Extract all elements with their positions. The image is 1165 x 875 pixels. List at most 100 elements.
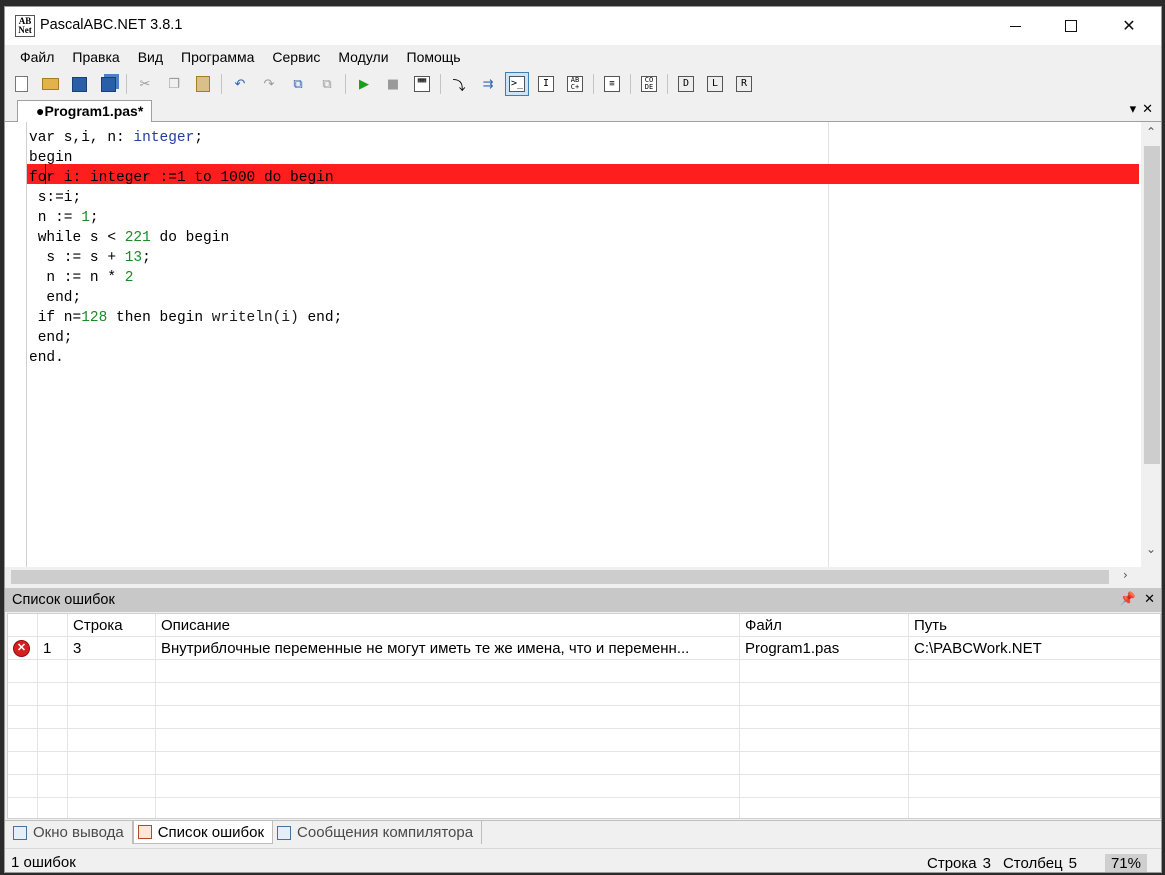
errors-panel-title: Список ошибок 📌 ✕ xyxy=(5,588,1161,612)
open-file-icon xyxy=(41,78,59,90)
code-line[interactable]: while s < 221 do begin xyxy=(29,228,342,248)
cut-button[interactable]: ✂ xyxy=(133,72,157,96)
header-path[interactable]: Путь xyxy=(909,614,1160,637)
tab-close-icon[interactable]: ✕ xyxy=(1142,101,1153,117)
menu-help[interactable]: Помощь xyxy=(399,45,471,69)
header-file[interactable]: Файл xyxy=(740,614,909,637)
stop-button[interactable]: ■ xyxy=(381,72,405,96)
code-line[interactable]: s := s + 13; xyxy=(29,248,342,268)
scroll-down-icon[interactable]: ⌄ xyxy=(1146,542,1156,556)
copy-button[interactable]: ❐ xyxy=(162,72,186,96)
navigate-button[interactable]: ≡ xyxy=(600,72,624,96)
spell-icon: AB C+ xyxy=(567,76,583,92)
status-bar: 1 ошибок Строка 3 Столбец 5 71% xyxy=(5,848,1161,872)
code-line[interactable]: var s,i, n: integer; xyxy=(29,128,342,148)
code-line[interactable]: end; xyxy=(29,288,342,308)
maximize-button[interactable] xyxy=(1043,7,1099,45)
code-line[interactable]: begin xyxy=(29,148,342,168)
editor-gutter xyxy=(5,122,27,567)
scroll-up-icon[interactable]: ⌃ xyxy=(1146,125,1156,139)
menu-view[interactable]: Вид xyxy=(130,45,173,69)
window-title: PascalABC.NET 3.8.1 xyxy=(40,17,183,33)
right-margin-guide xyxy=(828,122,829,567)
code-token: s := s + xyxy=(29,250,125,266)
error-icon: ✕ xyxy=(13,640,30,657)
code-button[interactable]: CO DE xyxy=(637,72,661,96)
format-button[interactable]: I xyxy=(534,72,558,96)
debug-r-button[interactable]: R xyxy=(732,72,756,96)
step-into-button[interactable]: ⤵ xyxy=(447,72,471,96)
spell-button[interactable]: AB C+ xyxy=(563,72,587,96)
open-file-button[interactable] xyxy=(38,72,62,96)
tab-list-icon[interactable]: ▾ xyxy=(1130,101,1137,117)
code-text[interactable]: var s,i, n: integer; begin for i: integer … xyxy=(29,128,342,368)
header-description[interactable]: Описание xyxy=(156,614,740,637)
toolbar-separator xyxy=(630,74,631,94)
code-line[interactable]: for i: integer :=1 to 1000 do begin xyxy=(29,168,342,188)
toolbar: ✂ ❐ ↶ ↷ ⧉ ⧉ ▶ ■ ▦▦ ⤵ ⇉ >_ I AB C+ ≡ CO DE … xyxy=(5,69,1161,99)
panel-close-icon[interactable]: ✕ xyxy=(1144,591,1155,607)
horizontal-scroll-thumb[interactable] xyxy=(11,570,1109,584)
vertical-scroll-thumb[interactable] xyxy=(1144,146,1160,464)
new-file-button[interactable] xyxy=(9,72,33,96)
code-editor[interactable]: var s,i, n: integer; begin for i: integer … xyxy=(5,122,1161,567)
menu-service[interactable]: Сервис xyxy=(264,45,330,69)
new-file-icon xyxy=(14,76,28,92)
code-line[interactable]: end; xyxy=(29,328,342,348)
run-button[interactable]: ▶ xyxy=(352,72,376,96)
redo-button[interactable]: ↷ xyxy=(257,72,281,96)
console-icon: >_ xyxy=(509,76,525,92)
panel-tools: 📌 ✕ xyxy=(1120,591,1155,607)
col-value: 5 xyxy=(1068,855,1077,872)
tab-error-list[interactable]: Список ошибок xyxy=(132,821,274,844)
code-line[interactable]: n := 1; xyxy=(29,208,342,228)
scroll-right-icon[interactable]: › xyxy=(1123,568,1128,582)
code-line[interactable]: s:=i; xyxy=(29,188,342,208)
find-button[interactable]: ⧉ xyxy=(286,72,310,96)
tab-output[interactable]: Окно вывода xyxy=(9,821,133,844)
menu-bar: Файл Правка Вид Программа Сервис Модули … xyxy=(5,45,1161,69)
debug-l-button[interactable]: L xyxy=(703,72,727,96)
vertical-scrollbar[interactable]: ⌃ ⌄ xyxy=(1141,122,1161,567)
code-line[interactable]: n := n * 2 xyxy=(29,268,342,288)
debug-d-button[interactable]: D xyxy=(674,72,698,96)
table-row[interactable]: ✕ 1 3 Внутриблочные переменные не могут … xyxy=(8,637,1160,660)
menu-edit[interactable]: Правка xyxy=(64,45,129,69)
pin-icon[interactable]: 📌 xyxy=(1120,591,1136,607)
close-icon: ✕ xyxy=(1122,18,1136,35)
replace-button[interactable]: ⧉ xyxy=(315,72,339,96)
header-num-col xyxy=(38,614,68,637)
code-token: n := n * xyxy=(29,270,125,286)
save-button[interactable] xyxy=(67,72,91,96)
code-token: ; xyxy=(142,250,151,266)
toolbar-separator xyxy=(221,74,222,94)
code-token: end; xyxy=(29,290,82,306)
compile-button[interactable]: ▦▦ xyxy=(410,72,434,96)
menu-file[interactable]: Файл xyxy=(12,45,64,69)
row-icon-cell: ✕ xyxy=(8,637,38,660)
tab-tools: ▾ ✕ xyxy=(1130,101,1153,117)
close-button[interactable]: ✕ xyxy=(1101,7,1157,45)
col-label: Столбец xyxy=(1002,855,1063,872)
toolbar-separator xyxy=(593,74,594,94)
menu-program[interactable]: Программа xyxy=(173,45,264,69)
header-line[interactable]: Строка xyxy=(68,614,156,637)
paste-button[interactable] xyxy=(191,72,215,96)
zoom-level[interactable]: 71% xyxy=(1104,854,1147,872)
menu-modules[interactable]: Модули xyxy=(330,45,398,69)
code-line[interactable]: if n=128 then begin writeln(i) end; xyxy=(29,308,343,328)
maximize-icon xyxy=(1065,20,1077,32)
error-list-icon xyxy=(137,825,152,839)
save-all-button[interactable] xyxy=(96,72,120,96)
step-over-button[interactable]: ⇉ xyxy=(476,72,500,96)
minimize-button[interactable] xyxy=(987,7,1043,45)
code-line[interactable]: end. xyxy=(29,348,342,368)
horizontal-scrollbar[interactable]: › xyxy=(5,567,1141,587)
console-button[interactable]: >_ xyxy=(505,72,529,96)
output-window-icon xyxy=(13,825,27,840)
compile-icon: ▦▦ xyxy=(414,76,430,92)
tab-compiler-messages[interactable]: Сообщения компилятора xyxy=(273,821,483,844)
tab-program1[interactable]: ●Program1.pas* xyxy=(17,100,153,122)
undo-button[interactable]: ↶ xyxy=(228,72,252,96)
code-token: integer xyxy=(133,130,195,146)
